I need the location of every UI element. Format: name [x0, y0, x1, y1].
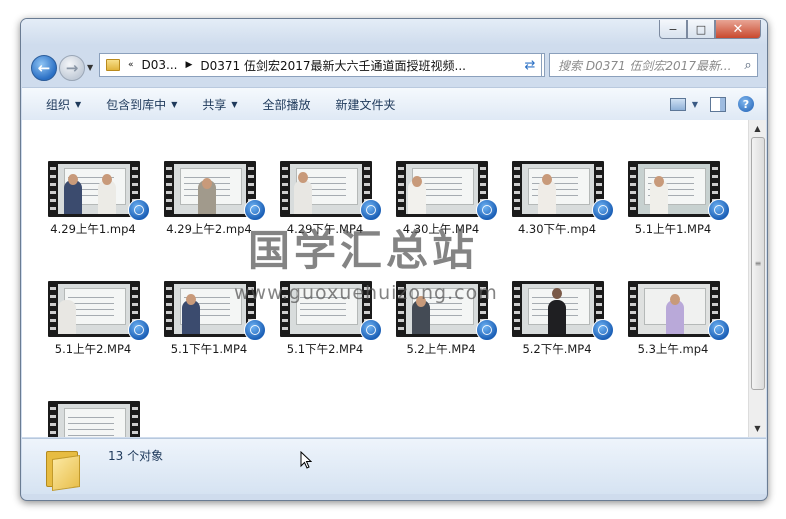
- play-all-label: 全部播放: [262, 97, 311, 112]
- scrollbar-thumb[interactable]: ≡: [751, 137, 765, 390]
- folder-icon: [46, 447, 80, 491]
- media-player-icon: [128, 199, 150, 221]
- change-view-button[interactable]: ▼: [669, 97, 698, 111]
- video-thumbnail: [628, 161, 730, 221]
- scroll-down-icon[interactable]: ▼: [749, 420, 766, 437]
- chevron-down-icon: ▼: [171, 99, 178, 109]
- recent-locations-dropdown-icon[interactable]: ▼: [87, 63, 93, 72]
- chevron-down-icon: ▼: [691, 99, 698, 109]
- media-player-icon: [592, 319, 614, 341]
- folder-icon: [106, 59, 120, 71]
- details-pane: 13 个对象: [22, 438, 766, 494]
- media-player-icon: [128, 319, 150, 341]
- media-player-icon: [592, 199, 614, 221]
- watermark-text: 国学汇总站: [248, 226, 479, 275]
- media-player-icon: [476, 199, 498, 221]
- share-label: 共享: [202, 97, 227, 112]
- file-name: 5.2下午.MP4: [522, 342, 592, 356]
- video-thumbnail: [628, 281, 730, 341]
- breadcrumb-current[interactable]: D0371 伍剑宏2017最新大六壬通道面授班视频...: [200, 57, 524, 74]
- scroll-up-icon[interactable]: ▲: [749, 120, 766, 137]
- breadcrumb-overflow[interactable]: «: [128, 60, 134, 70]
- media-player-icon: [360, 319, 382, 341]
- toolbar-right: ▼ ?: [669, 88, 766, 120]
- breadcrumb-chevron-icon[interactable]: ▶: [185, 60, 192, 70]
- video-thumbnail: [396, 161, 498, 221]
- video-file-item[interactable]: 5.1上午2.MP4: [34, 281, 150, 381]
- video-file-item[interactable]: 5.3上午.mp4: [614, 281, 730, 381]
- include-library-label: 包含到库中: [106, 97, 167, 112]
- chevron-down-icon: ▼: [75, 99, 82, 109]
- search-placeholder: 搜索 D0371 伍剑宏2017最新...: [558, 58, 732, 73]
- help-icon: ?: [738, 96, 754, 112]
- file-name: 4.29上午1.mp4: [50, 222, 136, 236]
- chevron-down-icon: ▼: [231, 99, 238, 109]
- watermark-url: www.guoxuehuizong.com: [234, 282, 498, 304]
- media-player-icon: [476, 319, 498, 341]
- video-file-item[interactable]: [34, 401, 144, 437]
- breadcrumb-root[interactable]: D03...: [142, 58, 178, 72]
- file-name: 5.1下午1.MP4: [170, 342, 248, 356]
- video-file-item[interactable]: 5.2下午.MP4: [498, 281, 614, 381]
- vertical-scrollbar[interactable]: ▲ ≡ ▼: [748, 120, 766, 437]
- maximize-button[interactable]: □: [687, 20, 715, 39]
- video-thumbnail: [164, 161, 266, 221]
- video-thumbnail: [48, 281, 150, 341]
- refresh-icon: ⇄: [524, 57, 536, 73]
- video-thumbnail: [512, 281, 614, 341]
- video-thumbnail: [512, 161, 614, 221]
- file-list: 4.29上午1.mp4 4.29上午2.mp4 4.29下午.MP4 4.30上…: [22, 120, 766, 437]
- media-player-icon: [708, 319, 730, 341]
- item-count: 13 个对象: [108, 449, 164, 463]
- new-folder-button[interactable]: 新建文件夹: [336, 96, 396, 113]
- navigation-row: ← → ▼ « D03... ▶ D0371 伍剑宏2017最新大六壬通道面授班…: [21, 49, 767, 83]
- search-box[interactable]: 搜索 D0371 伍剑宏2017最新... ⌕: [549, 53, 758, 77]
- title-bar: − □ ✕: [21, 19, 767, 45]
- minimize-button[interactable]: −: [659, 20, 687, 39]
- explorer-window: − □ ✕ ← → ▼ « D03... ▶ D0371 伍剑宏2017最新大六…: [20, 18, 768, 501]
- video-thumbnail: [48, 401, 140, 437]
- preview-pane-button[interactable]: [710, 96, 726, 112]
- command-bar: 组织 ▼ 包含到库中 ▼ 共享 ▼ 全部播放 新建文件夹 ▼ ?: [22, 87, 766, 121]
- share-menu[interactable]: 共享 ▼: [202, 96, 237, 113]
- file-name: 5.1下午2.MP4: [286, 342, 364, 356]
- video-thumbnail: [280, 161, 382, 221]
- file-name: 5.1上午2.MP4: [54, 342, 132, 356]
- new-folder-label: 新建文件夹: [335, 97, 396, 112]
- search-icon[interactable]: ⌕: [739, 58, 757, 73]
- mouse-cursor-icon: [300, 451, 312, 469]
- video-file-item[interactable]: 4.29上午1.mp4: [34, 161, 150, 261]
- file-name: 5.3上午.mp4: [637, 342, 709, 356]
- file-name: 5.2上午.MP4: [406, 342, 476, 356]
- window-controls: − □ ✕: [659, 20, 761, 39]
- media-player-icon: [244, 319, 266, 341]
- back-arrow-icon: ←: [37, 59, 51, 77]
- file-name: 5.1上午1.MP4: [634, 222, 712, 236]
- forward-button[interactable]: →: [59, 55, 85, 81]
- forward-arrow-icon: →: [65, 59, 79, 77]
- organize-menu[interactable]: 组织 ▼: [46, 96, 81, 113]
- file-name: 4.30下午.mp4: [517, 222, 597, 236]
- close-button[interactable]: ✕: [715, 20, 761, 39]
- back-button[interactable]: ←: [31, 55, 57, 81]
- preview-pane-icon: [710, 96, 726, 112]
- video-file-item[interactable]: 5.1上午1.MP4: [614, 161, 730, 261]
- view-icon: [669, 97, 686, 111]
- include-in-library-menu[interactable]: 包含到库中 ▼: [106, 96, 177, 113]
- video-file-item[interactable]: 4.30下午.mp4: [498, 161, 614, 261]
- help-button[interactable]: ?: [738, 96, 754, 112]
- video-thumbnail: [48, 161, 150, 221]
- organize-label: 组织: [46, 97, 71, 112]
- play-all-button[interactable]: 全部播放: [263, 96, 311, 113]
- address-bar[interactable]: « D03... ▶ D0371 伍剑宏2017最新大六壬通道面授班视频... …: [99, 53, 545, 77]
- media-player-icon: [708, 199, 730, 221]
- refresh-button[interactable]: ⇄: [519, 53, 542, 77]
- video-file-item[interactable]: 4.29上午2.mp4: [150, 161, 266, 261]
